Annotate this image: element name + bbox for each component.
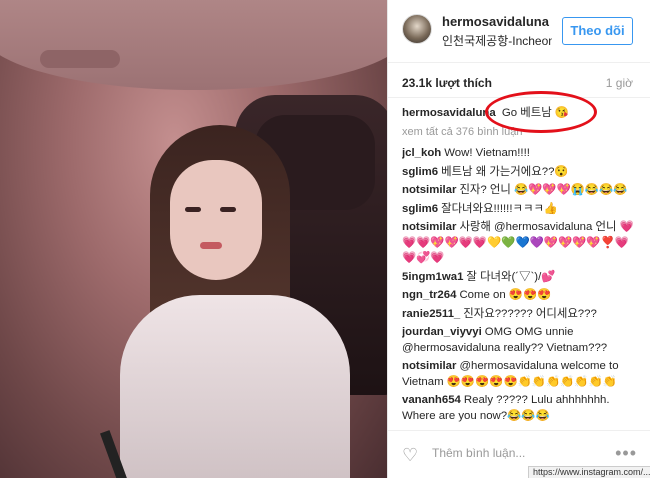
comment-username[interactable]: notsimilar [402, 184, 456, 196]
comment-item: jourdan_viyvyi OMG OMG unnie @hermosavida… [402, 325, 642, 356]
comment-text: 진자요?????? 어디세요??? [463, 307, 597, 320]
highlight-circle [485, 91, 597, 133]
instagram-post-window: hermosavidaluna 인천국제공항-Incheon... Theo d… [0, 0, 650, 478]
comment-item: sglim6 잘다녀와요!!!!!!ㅋㅋㅋ👍 [402, 202, 642, 218]
comment-username[interactable]: sglim6 [402, 203, 438, 215]
comment-username[interactable]: 5ingm1wa1 [402, 271, 463, 283]
comment-item: vananh654 Realy ????? Lulu ahhhhhhh. Wher… [402, 393, 642, 424]
person-face [170, 160, 262, 280]
person-body [120, 295, 350, 478]
post-time[interactable]: 1 giờ [606, 76, 633, 90]
url-status-tooltip: https://www.instagram.com/... [528, 466, 650, 478]
person-lips [200, 242, 222, 249]
location-link[interactable]: 인천국제공항-Incheon... [442, 32, 552, 49]
username-link[interactable]: hermosavidaluna [442, 14, 549, 29]
comment-item: notsimilar 진자? 언니 😂💖💖💖😭😂😂😂 [402, 183, 642, 199]
more-options-icon[interactable]: ••• [615, 443, 637, 464]
comment-text: 잘다녀와요!!!!!!ㅋㅋㅋ👍 [441, 202, 559, 215]
person-eye [185, 207, 201, 212]
comment-item: sglim6 베트남 왜 가는거에요??😯 [402, 165, 642, 181]
likes-count[interactable]: 23.1k lượt thích [402, 76, 492, 90]
comment-username[interactable]: vananh654 [402, 394, 461, 406]
comment-text: Come on 😍😍😍 [459, 289, 552, 301]
comment-item: ranie2511_ 진자요?????? 어디세요??? [402, 307, 642, 323]
comment-username[interactable]: ngn_tr264 [402, 289, 456, 301]
person-eye [220, 207, 236, 212]
follow-button[interactable]: Theo dõi [562, 17, 633, 45]
comment-item: 5ingm1wa1 잘 다녀와(´▽`)/💕 [402, 270, 642, 286]
comment-item: notsimilar 사랑해 @hermosavidaluna 언니 💗💗💗💖💖💗… [402, 220, 642, 267]
add-comment-input[interactable]: Thêm bình luận... [432, 446, 525, 460]
comment-username[interactable]: notsimilar [402, 221, 456, 233]
post-sidebar: hermosavidaluna 인천국제공항-Incheon... Theo d… [387, 0, 650, 478]
comment-username[interactable]: notsimilar [402, 360, 456, 372]
comment-item: ngn_tr264 Come on 😍😍😍 [402, 288, 642, 304]
comment-username[interactable]: ranie2511_ [402, 308, 460, 320]
comment-text: 잘 다녀와(´▽`)/💕 [466, 270, 556, 283]
comment-text: 진자? 언니 😂💖💖💖😭😂😂😂 [459, 184, 628, 196]
comment-list: hermosavidaluna Go 베트남 😘 xem tất cả 376 … [402, 106, 642, 430]
caption-username[interactable]: hermosavidaluna [402, 107, 496, 119]
car-roof [0, 0, 387, 90]
comment-username[interactable]: jcl_koh [402, 147, 441, 159]
post-photo[interactable] [0, 0, 387, 478]
avatar[interactable] [402, 14, 432, 44]
heart-icon[interactable]: ♡ [402, 445, 422, 465]
comment-text: 베트남 왜 가는거에요??😯 [441, 165, 569, 178]
comment-username[interactable]: jourdan_viyvyi [402, 326, 482, 338]
comment-item: notsimilar @hermosavidaluna welcome to Vi… [402, 359, 642, 390]
comment-text: Wow! Vietnam!!!! [444, 147, 530, 159]
comment-item: jcl_koh Wow! Vietnam!!!! [402, 146, 642, 162]
car-handle [40, 50, 120, 68]
post-header: hermosavidaluna 인천국제공항-Incheon... Theo d… [388, 0, 650, 63]
comment-username[interactable]: sglim6 [402, 166, 438, 178]
